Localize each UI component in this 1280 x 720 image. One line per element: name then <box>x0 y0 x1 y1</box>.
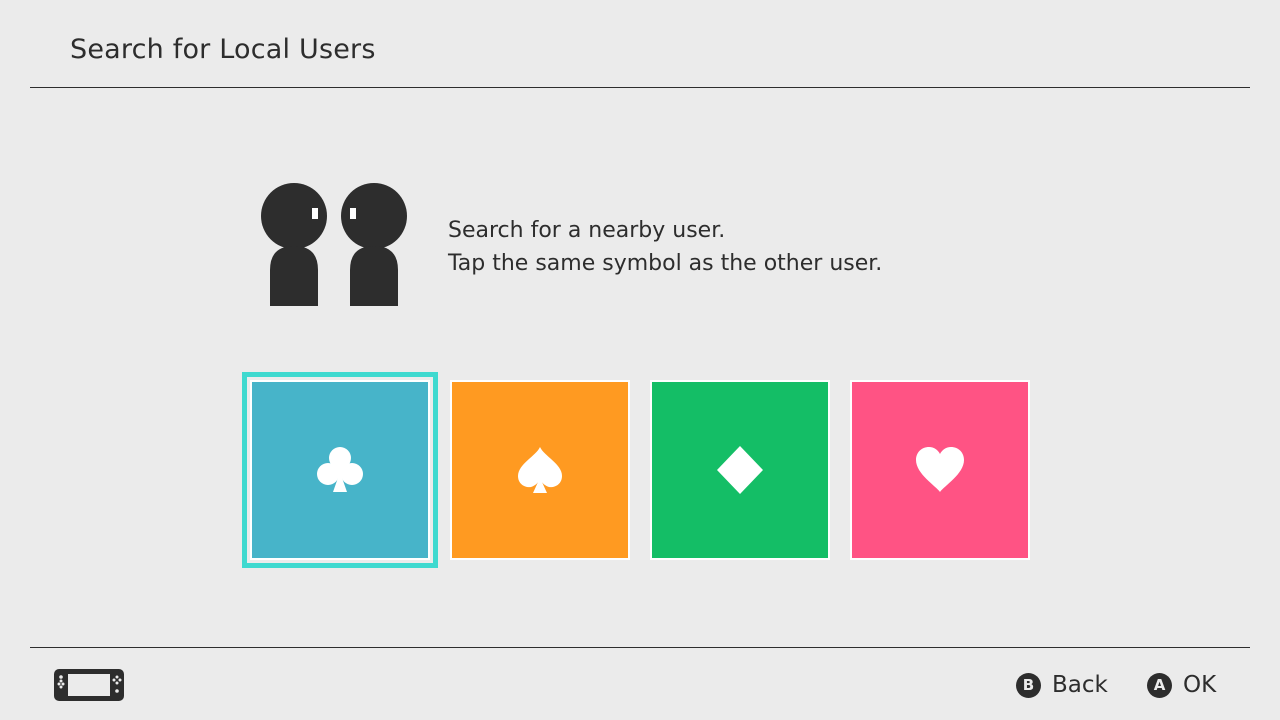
instruction-line-1: Search for a nearby user. <box>448 218 726 243</box>
instructions: Search for a nearby user. Tap the same s… <box>448 214 882 280</box>
spade-icon <box>518 447 562 493</box>
handheld-mode-icon <box>54 669 124 701</box>
diamond-tile[interactable] <box>650 380 830 560</box>
header: Search for Local Users <box>30 0 1250 88</box>
footer-bar: B Back A OK <box>30 647 1250 720</box>
b-button-icon: B <box>1016 672 1041 698</box>
page-title: Search for Local Users <box>70 34 376 65</box>
ok-button[interactable]: A OK <box>1147 670 1216 700</box>
symbol-tiles <box>242 372 1030 568</box>
heart-tile[interactable] <box>850 380 1030 560</box>
spade-tile[interactable] <box>450 380 630 560</box>
a-button-icon: A <box>1147 672 1172 698</box>
club-tile[interactable] <box>242 372 438 568</box>
back-button[interactable]: B Back <box>1016 670 1108 700</box>
ok-label: OK <box>1183 672 1217 698</box>
heart-icon <box>916 447 964 492</box>
instruction-line-2: Tap the same symbol as the other user. <box>448 251 883 276</box>
club-icon <box>317 447 363 492</box>
back-label: Back <box>1052 672 1108 698</box>
diamond-icon <box>717 446 763 494</box>
two-users-icon <box>261 183 407 306</box>
